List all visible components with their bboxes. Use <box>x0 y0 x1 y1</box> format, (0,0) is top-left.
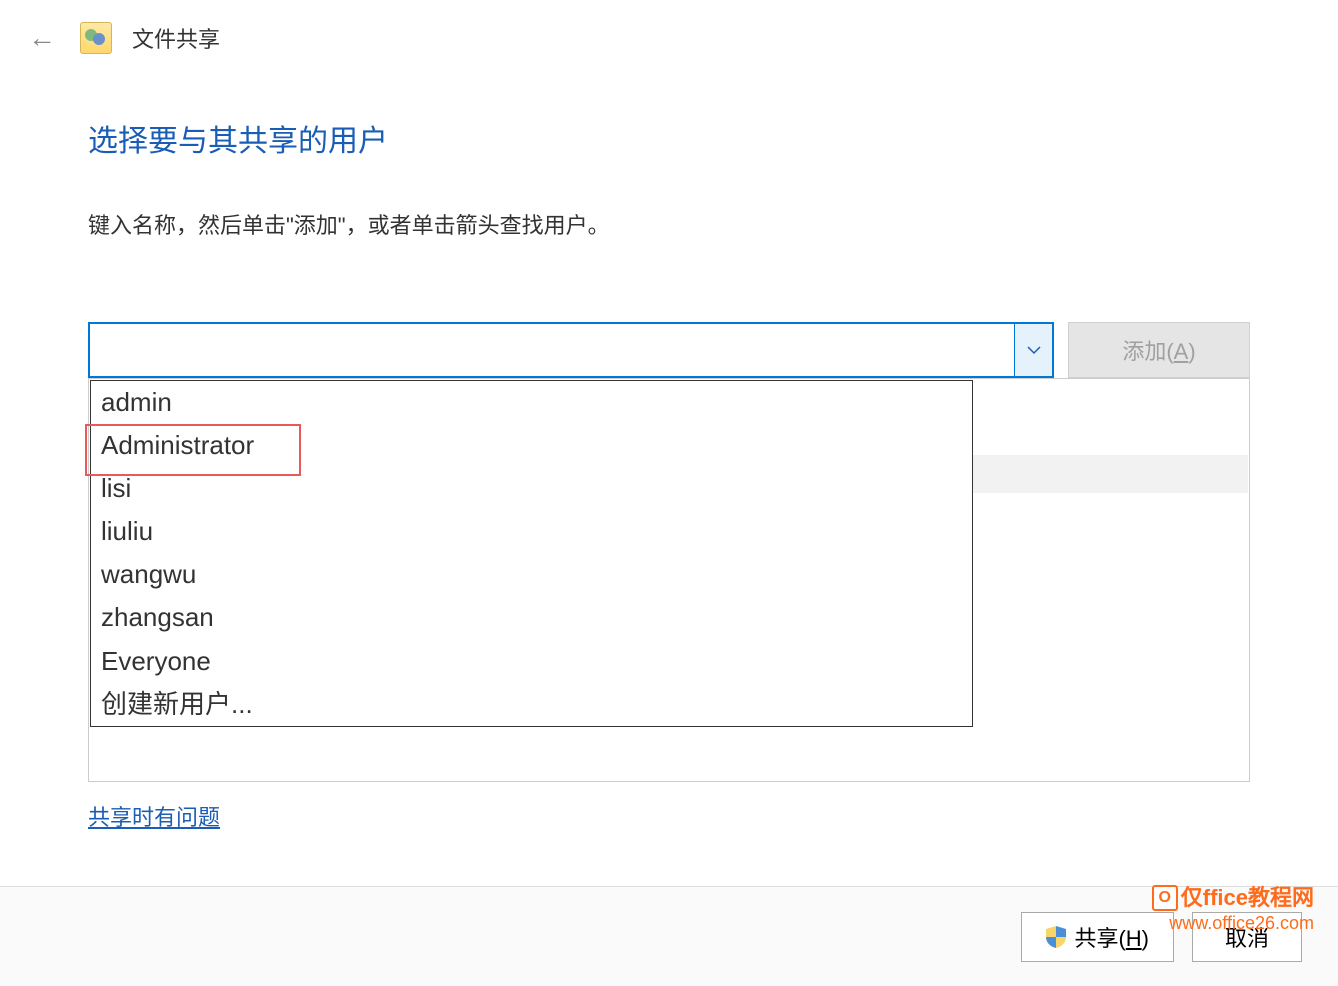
help-link[interactable]: 共享时有问题 <box>88 800 220 832</box>
dropdown-item-everyone[interactable]: Everyone <box>91 640 972 683</box>
back-arrow-icon[interactable]: ← <box>24 18 60 58</box>
dropdown-item-lisi[interactable]: lisi <box>91 467 972 510</box>
content-area: 选择要与其共享的用户 键入名称，然后单击"添加"，或者单击箭头查找用户。 adm… <box>0 76 1338 832</box>
watermark-line2: www.office26.com <box>1152 912 1314 935</box>
watermark-line1: O 仅ffice教程网 <box>1152 884 1314 912</box>
user-input-row: admin Administrator lisi liuliu wangwu z… <box>88 322 1250 378</box>
user-combobox[interactable]: admin Administrator lisi liuliu wangwu z… <box>88 322 1054 378</box>
window-title: 文件共享 <box>132 22 220 54</box>
instruction-text: 键入名称，然后单击"添加"，或者单击箭头查找用户。 <box>88 208 1250 240</box>
dropdown-item-liuliu[interactable]: liuliu <box>91 510 972 553</box>
file-sharing-icon <box>80 22 112 54</box>
add-button-accesskey: A <box>1174 339 1189 364</box>
add-button-label-suffix: ) <box>1188 339 1195 364</box>
dropdown-item-label: Administrator <box>101 430 254 460</box>
user-name-input[interactable] <box>90 324 1014 376</box>
add-button: 添加(A) <box>1068 322 1250 378</box>
watermark: O 仅ffice教程网 www.office26.com <box>1152 884 1314 934</box>
dropdown-item-zhangsan[interactable]: zhangsan <box>91 596 972 639</box>
dropdown-item-admin[interactable]: admin <box>91 381 972 424</box>
uac-shield-icon <box>1046 926 1066 948</box>
share-button-label: 共享(H) <box>1074 921 1149 953</box>
share-button-accesskey: H <box>1126 926 1142 951</box>
chevron-down-icon <box>1027 345 1041 355</box>
page-heading: 选择要与其共享的用户 <box>88 116 1250 160</box>
dropdown-item-administrator[interactable]: Administrator <box>91 424 972 467</box>
add-button-label-prefix: 添加( <box>1122 339 1173 364</box>
watermark-logo-icon: O <box>1152 885 1178 911</box>
dropdown-item-create-new-user[interactable]: 创建新用户... <box>91 683 972 726</box>
user-dropdown-list: admin Administrator lisi liuliu wangwu z… <box>90 380 973 727</box>
dropdown-arrow-button[interactable] <box>1014 324 1052 376</box>
dialog-header: ← 文件共享 <box>0 0 1338 76</box>
button-bar: 共享(H) 取消 <box>0 886 1338 986</box>
dropdown-item-wangwu[interactable]: wangwu <box>91 553 972 596</box>
